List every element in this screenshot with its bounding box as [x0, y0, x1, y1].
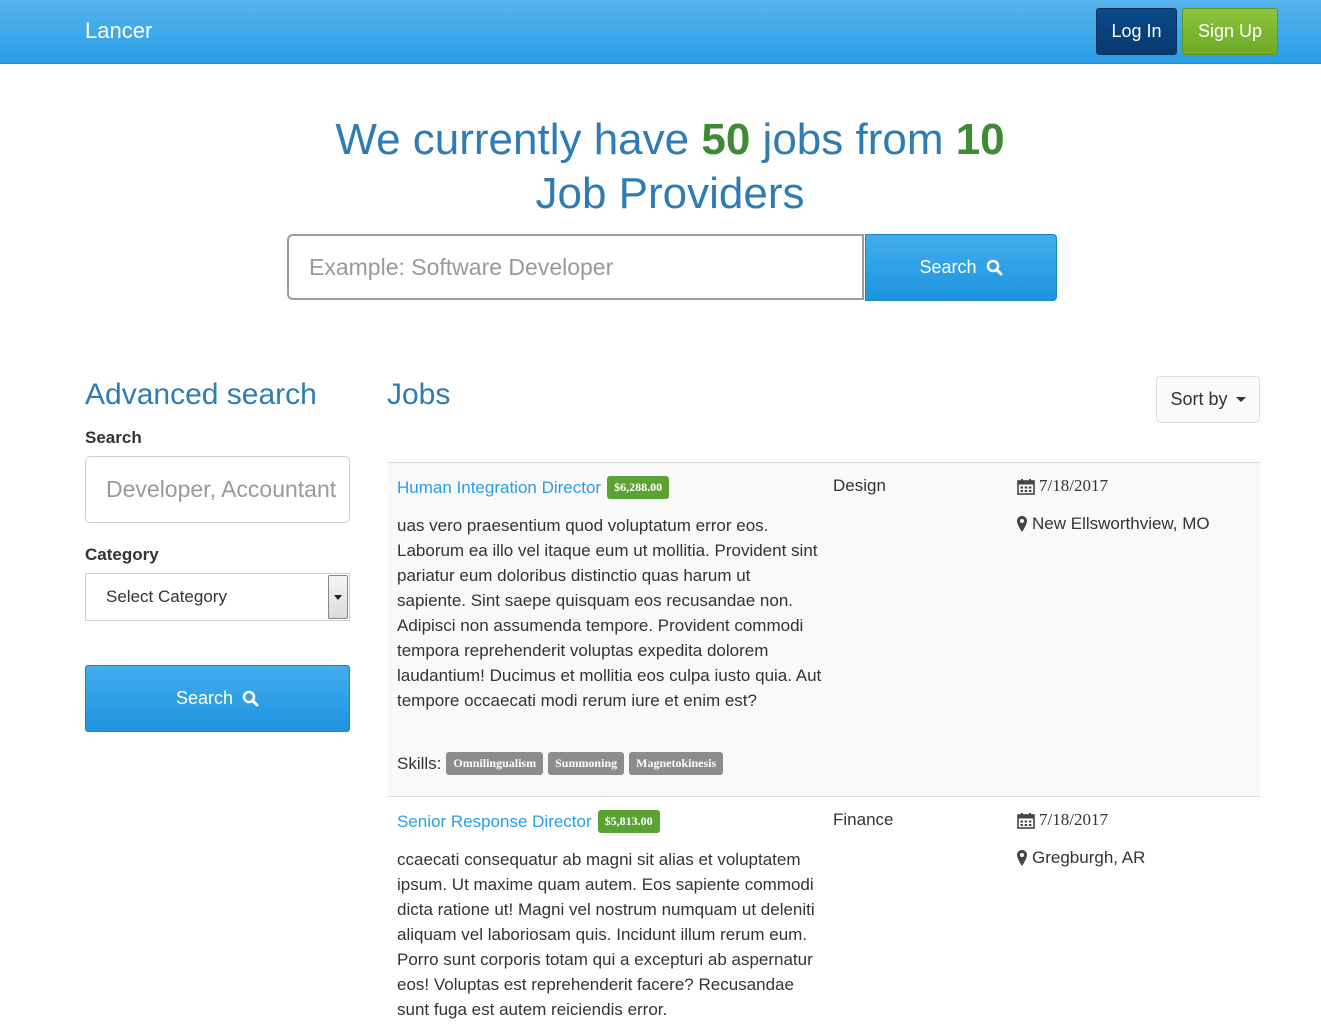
- jobs-title: Jobs: [387, 378, 451, 411]
- job-description: uas vero praesentium quod voluptatum err…: [397, 516, 822, 710]
- keyword-placeholder: Developer, Accountant: [106, 476, 337, 502]
- job-title-link[interactable]: Senior Response Director: [397, 812, 592, 832]
- job-description: ccaecati consequatur ab magni sit alias …: [397, 850, 815, 1019]
- salary-badge: $5,813.00: [597, 810, 660, 833]
- category-value: Select Category: [106, 587, 227, 606]
- hero-search-label: Search: [919, 257, 977, 277]
- skill-badge: Magnetokinesis: [629, 752, 724, 775]
- job-location-value: Gregburgh, AR: [1032, 848, 1146, 867]
- search-icon: [242, 690, 259, 707]
- job-location: New Ellsworthview, MO: [1017, 514, 1210, 534]
- hero-heading: We currently have 50 jobs from 10 Job Pr…: [230, 113, 1110, 221]
- search-icon: [986, 259, 1003, 276]
- job-title-link[interactable]: Human Integration Director: [397, 478, 601, 498]
- navbar: Lancer Log In Sign Up: [0, 0, 1321, 64]
- job-location: Gregburgh, AR: [1017, 848, 1145, 868]
- map-marker-icon: [1017, 516, 1027, 532]
- signup-button[interactable]: Sign Up: [1182, 8, 1278, 55]
- sidebar-search-button[interactable]: Search: [85, 665, 350, 732]
- search-label: Search: [85, 428, 142, 447]
- category-label: Category: [85, 545, 159, 564]
- jobs-count: 50: [701, 115, 751, 164]
- job-date: 7/18/2017: [1017, 476, 1108, 496]
- hero-search-placeholder: Example: Software Developer: [309, 253, 614, 280]
- skills-label: Skills:: [397, 753, 442, 773]
- skill-badge: Summoning: [548, 752, 625, 775]
- login-button[interactable]: Log In: [1096, 8, 1177, 55]
- map-marker-icon: [1017, 850, 1027, 866]
- keyword-input[interactable]: Developer, Accountant: [85, 456, 350, 523]
- brand-logo[interactable]: Lancer: [85, 18, 152, 44]
- job-row: Senior Response Director $5,813.00 ccaec…: [388, 796, 1260, 1033]
- job-title-line: Human Integration Director $6,288.00: [397, 476, 670, 499]
- job-date: 7/18/2017: [1017, 810, 1108, 830]
- sort-dropdown[interactable]: Sort by: [1156, 376, 1260, 423]
- sidebar-search-label: Search: [175, 688, 234, 708]
- job-category: Design: [833, 476, 886, 495]
- job-title-line: Senior Response Director $5,813.00: [397, 810, 660, 833]
- caret-down-icon: [1235, 397, 1246, 402]
- chevron-down-icon[interactable]: [328, 575, 348, 619]
- hero-text-2: jobs from: [750, 115, 956, 164]
- job-date-value: 7/18/2017: [1039, 476, 1108, 495]
- salary-badge: $6,288.00: [607, 476, 670, 499]
- skill-badge: Omnilingualism: [446, 752, 544, 775]
- job-category: Finance: [833, 810, 894, 829]
- job-location-value: New Ellsworthview, MO: [1032, 514, 1210, 533]
- job-date-value: 7/18/2017: [1039, 810, 1108, 829]
- providers-count: 10: [955, 115, 1005, 164]
- calendar-icon: [1017, 478, 1035, 495]
- hero-text-1: We currently have: [335, 115, 702, 164]
- sort-label: Sort by: [1170, 389, 1228, 409]
- skills-list: Skills: Omnilingualism Summoning Magneto…: [397, 752, 724, 775]
- hero-search-input[interactable]: Example: Software Developer: [287, 234, 864, 300]
- hero-search-button[interactable]: Search: [865, 234, 1057, 301]
- calendar-icon: [1017, 812, 1035, 829]
- job-row: Human Integration Director $6,288.00 uas…: [388, 462, 1260, 796]
- hero-text-3: Job Providers: [535, 169, 805, 218]
- category-select[interactable]: Select Category: [85, 573, 350, 621]
- advanced-search-title: Advanced search: [85, 378, 317, 411]
